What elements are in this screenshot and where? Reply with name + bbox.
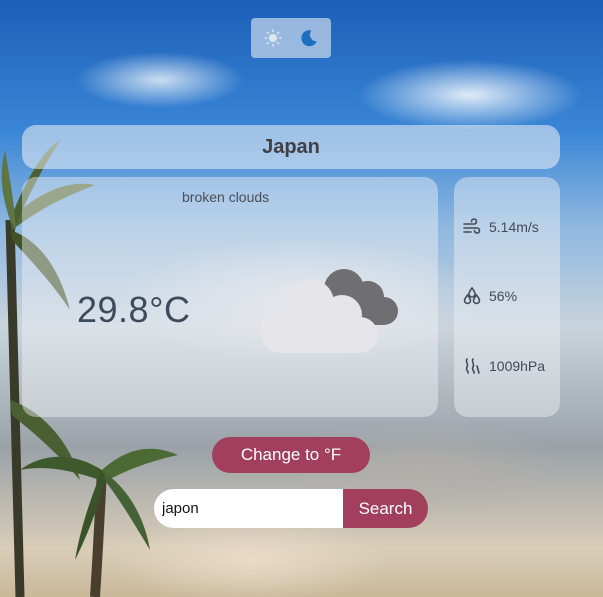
broken-clouds-icon	[260, 269, 398, 353]
moon-icon[interactable]	[300, 29, 318, 47]
app-background: Japan broken clouds 29.8°C 5.14m/s 56% 1…	[0, 0, 603, 597]
wind-row: 5.14m/s	[463, 218, 539, 236]
weather-card: broken clouds 29.8°C	[22, 177, 438, 417]
city-name: Japan	[262, 135, 320, 158]
wind-speed-value: 5.14m/s	[489, 219, 539, 235]
weather-details-card: 5.14m/s 56% 1009hPa	[454, 177, 560, 417]
city-search-input[interactable]	[154, 489, 343, 528]
sun-icon[interactable]	[264, 29, 282, 47]
theme-toggle[interactable]	[251, 18, 331, 58]
change-unit-button[interactable]: Change to °F	[212, 437, 370, 473]
weather-description: broken clouds	[182, 189, 270, 205]
humidity-icon	[463, 287, 481, 305]
search-bar: Search	[154, 489, 428, 528]
location-bar: Japan	[22, 125, 560, 169]
temperature-value: 29.8°C	[77, 289, 191, 330]
pressure-value: 1009hPa	[489, 358, 546, 374]
humidity-value: 56%	[489, 288, 518, 304]
wind-icon	[463, 218, 481, 236]
humidity-row: 56%	[463, 287, 517, 305]
pressure-row: 1009hPa	[463, 357, 545, 375]
pressure-icon	[463, 357, 481, 375]
search-button[interactable]: Search	[343, 489, 428, 528]
